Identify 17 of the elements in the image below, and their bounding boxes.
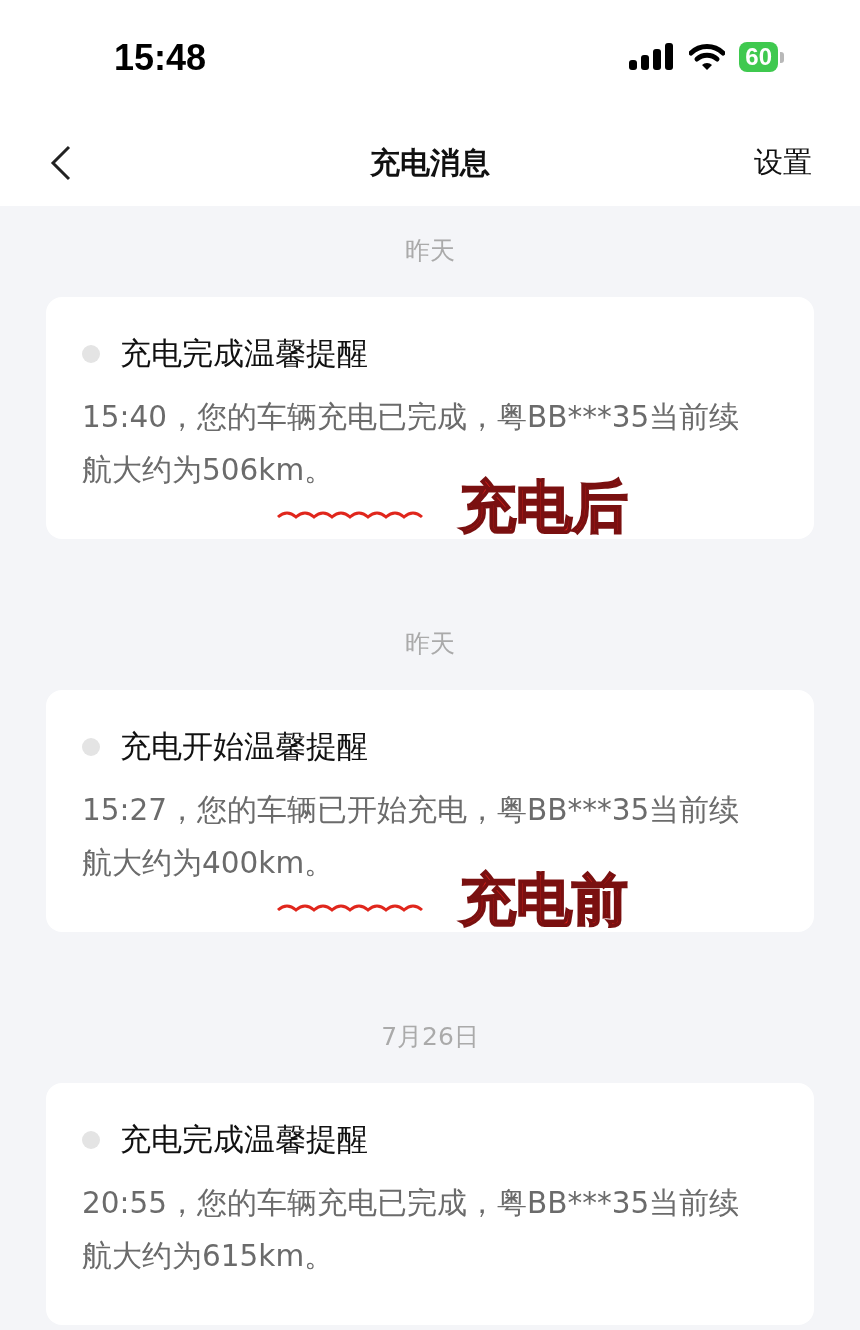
message-title: 充电完成温馨提醒 [120,1120,368,1159]
battery-level: 60 [739,42,778,72]
battery-tip [780,51,784,63]
date-label: 7月26日 [381,1021,479,1053]
unread-dot [82,1131,100,1149]
status-time: 15:48 [114,37,207,79]
message-title: 充电开始温馨提醒 [120,727,368,766]
page-title: 充电消息 [370,143,490,182]
wifi-icon [689,43,726,71]
unread-dot [82,345,100,363]
settings-button[interactable]: 设置 [754,143,812,183]
message-title: 充电完成温馨提醒 [120,334,368,373]
date-label: 昨天 [405,235,455,267]
unread-dot [82,738,100,756]
signal-icon [629,42,676,72]
message-text: 20:55，您的车辆充电已完成，粤BB***35当前续航大约为615km。 [82,1185,741,1275]
date-label: 昨天 [405,628,455,660]
